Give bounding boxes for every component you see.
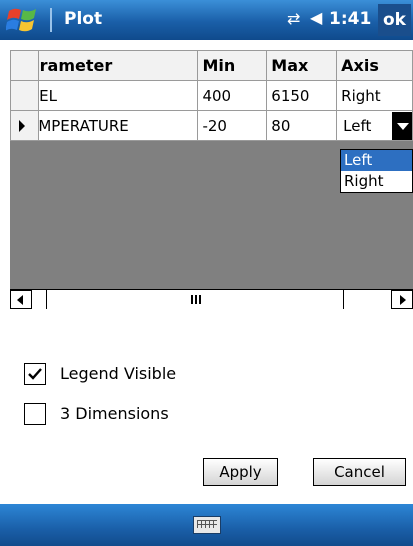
max-cell[interactable]: 6150 <box>266 80 338 111</box>
column-header-max[interactable]: Max <box>266 50 338 81</box>
windows-logo-icon[interactable] <box>6 5 42 35</box>
max-cell[interactable]: 80 <box>266 110 338 141</box>
column-header-min[interactable]: Min <box>197 50 268 81</box>
dropdown-option-left[interactable]: Left <box>341 150 412 171</box>
axis-cell[interactable]: Right <box>336 80 413 111</box>
legend-visible-label[interactable]: Legend Visible <box>60 364 176 383</box>
menu-bar <box>0 504 413 546</box>
checkmark-icon <box>28 368 42 380</box>
min-cell[interactable]: -20 <box>197 110 268 141</box>
scroll-left-icon[interactable] <box>10 290 32 309</box>
header-row: arameter Min Max Axis <box>10 50 413 81</box>
three-dimensions-label[interactable]: 3 Dimensions <box>60 404 169 423</box>
volume-icon[interactable]: ◀ <box>310 8 322 27</box>
table-row[interactable]: EMPERATURE -20 80 Left <box>10 110 413 141</box>
legend-visible-checkbox[interactable] <box>24 363 46 385</box>
keyboard-icon[interactable] <box>193 516 221 534</box>
current-row-pointer-icon <box>19 120 25 132</box>
column-header-axis[interactable]: Axis <box>336 50 413 81</box>
chevron-down-icon[interactable] <box>392 111 412 140</box>
row-header[interactable] <box>10 110 39 141</box>
min-cell[interactable]: 400 <box>197 80 268 111</box>
cancel-button[interactable]: Cancel <box>313 458 406 486</box>
parameter-cell[interactable]: VEL <box>37 80 199 111</box>
axis-select-value: Left <box>343 116 372 135</box>
three-dimensions-checkbox[interactable] <box>24 403 46 425</box>
ok-button[interactable]: ok <box>378 4 411 36</box>
app-title: Plot <box>64 9 103 29</box>
clock[interactable]: 1:41 <box>329 9 371 29</box>
row-header-corner <box>10 50 39 81</box>
scroll-right-icon[interactable] <box>391 290 413 309</box>
horizontal-scrollbar[interactable] <box>10 289 413 309</box>
scrollbar-thumb[interactable] <box>46 290 344 309</box>
connectivity-icon[interactable]: ⇄ <box>287 9 300 28</box>
column-header-parameter[interactable]: arameter <box>37 50 199 81</box>
dropdown-option-right[interactable]: Right <box>341 171 412 192</box>
parameter-cell[interactable]: EMPERATURE <box>37 110 199 141</box>
title-bar: Plot ⇄ ◀ 1:41 ok <box>0 0 413 40</box>
row-header[interactable] <box>10 80 39 111</box>
table-row[interactable]: VEL 400 6150 Right <box>10 80 413 111</box>
axis-select[interactable]: Left <box>336 110 413 141</box>
apply-button[interactable]: Apply <box>203 458 278 486</box>
axis-dropdown-list[interactable]: Left Right <box>340 149 413 193</box>
title-separator <box>50 8 52 32</box>
